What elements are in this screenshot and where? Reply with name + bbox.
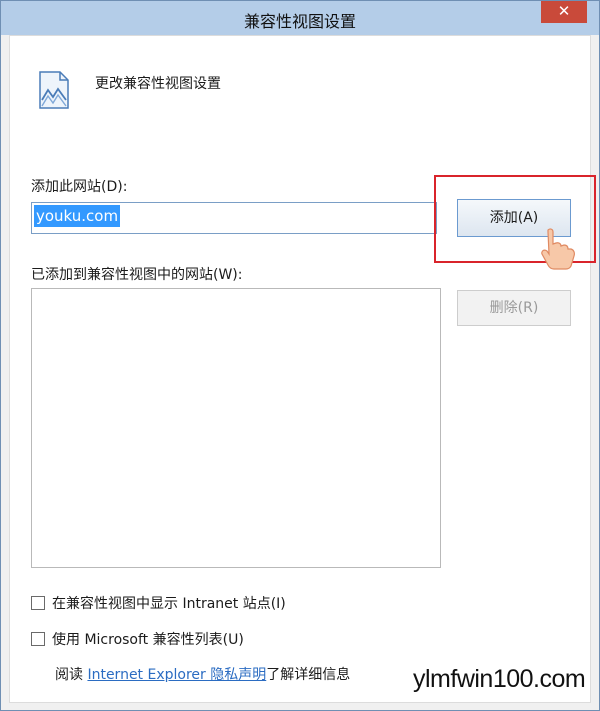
close-icon: ✕ [557,2,571,20]
privacy-link[interactable]: Internet Explorer 隐私声明 [87,667,266,683]
microsoft-list-label: 使用 Microsoft 兼容性列表(U) [52,632,244,648]
compatibility-view-dialog: 兼容性视图设置 ✕ 更改兼容性视图设置 添加此网站(D): youku.com … [0,0,600,711]
compatibility-view-icon [39,71,69,109]
header-text: 更改兼容性视图设置 [95,76,221,92]
watermark: ylmfwin100.com [413,665,586,693]
footer-prefix: 阅读 [55,667,88,683]
intranet-option[interactable]: 在兼容性视图中显示 Intranet 站点(I) [31,593,286,613]
add-site-input-value: youku.com [34,205,121,227]
add-site-input[interactable]: youku.com [31,202,437,234]
add-site-label: 添加此网站(D): [31,179,128,195]
intranet-checkbox[interactable] [31,596,45,610]
title-bar[interactable]: 兼容性视图设置 ✕ [1,1,599,35]
intranet-label: 在兼容性视图中显示 Intranet 站点(I) [52,596,286,612]
site-list[interactable] [31,288,441,568]
dialog-body: 更改兼容性视图设置 添加此网站(D): youku.com 添加(A) 已添加到… [9,35,596,703]
microsoft-list-checkbox[interactable] [31,632,45,646]
window-title: 兼容性视图设置 [243,12,356,31]
remove-button[interactable]: 删除(R) [457,290,571,326]
close-button[interactable]: ✕ [541,1,587,23]
microsoft-list-option[interactable]: 使用 Microsoft 兼容性列表(U) [31,629,244,649]
footer-suffix: 了解详细信息 [266,667,351,683]
pointer-hand-icon [541,228,575,270]
site-list-label: 已添加到兼容性视图中的网站(W): [31,267,243,283]
privacy-footer: 阅读 Internet Explorer 隐私声明了解详细信息 [55,664,350,684]
